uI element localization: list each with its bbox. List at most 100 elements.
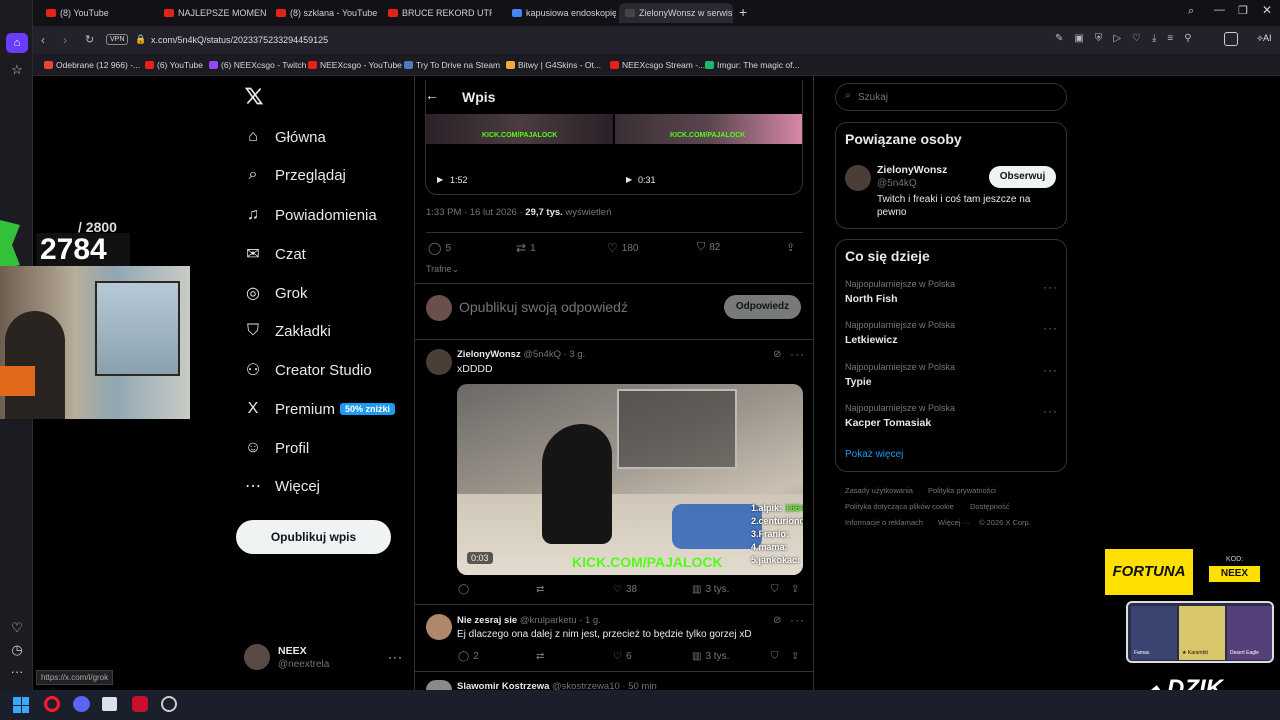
footer-link[interactable]: Zasady użytkowania bbox=[845, 486, 913, 495]
related-handle[interactable]: @5n4kQ bbox=[877, 178, 917, 189]
app-taskbar-icon[interactable] bbox=[132, 696, 148, 712]
opera-sidebar-home-icon[interactable]: ⌂ bbox=[6, 33, 28, 53]
nav-item-9[interactable]: ☺ Profil bbox=[243, 433, 309, 463]
play-icon[interactable]: ▶ bbox=[626, 175, 632, 184]
views-action[interactable]: ▥ 3 tys. bbox=[692, 584, 729, 595]
browser-tab[interactable]: kapusiowa endoskopię - c bbox=[506, 3, 616, 23]
reply-author-name[interactable]: Nie zesraj sie bbox=[457, 615, 517, 626]
forward-icon[interactable]: › bbox=[63, 33, 67, 47]
reply-action[interactable]: ◯ 5 bbox=[428, 241, 451, 255]
footer-link[interactable]: Polityka prywatności bbox=[928, 486, 996, 495]
like-action[interactable]: ♡ 38 bbox=[613, 584, 637, 595]
bookmark-item[interactable]: NEEXcsgo - YouTube bbox=[308, 60, 402, 70]
reply-author-handle[interactable]: @skostrzewa10 bbox=[552, 681, 620, 690]
show-more-link[interactable]: Pokaż więcej bbox=[845, 449, 903, 460]
bookmark-item[interactable]: Imgur: The magic of... bbox=[705, 60, 800, 70]
star-icon[interactable]: ☆ bbox=[7, 60, 27, 80]
repost-action[interactable]: ⇄ 1 bbox=[516, 241, 536, 255]
app-taskbar-icon[interactable] bbox=[102, 697, 117, 711]
reply-action[interactable]: ◯ 2 bbox=[458, 651, 479, 662]
footer-link[interactable]: Dostępność bbox=[970, 502, 1010, 511]
share-icon[interactable]: ⇪ bbox=[791, 584, 799, 595]
nav-item-4[interactable]: ✉ Czat bbox=[243, 239, 306, 269]
x-logo-icon[interactable] bbox=[244, 86, 264, 111]
reply-author-avatar[interactable] bbox=[426, 614, 452, 640]
trend-item[interactable]: Typie bbox=[845, 376, 872, 388]
reply-author-name[interactable]: Slawomir Kostrzewa bbox=[457, 681, 549, 690]
bookmark-item[interactable]: Bitwy | G4Skins - Ot... bbox=[506, 60, 601, 70]
reply-button[interactable]: Odpowiedz bbox=[724, 295, 801, 319]
bookmark-item[interactable]: Try To Drive na Steam bbox=[404, 60, 500, 70]
search-input[interactable]: ⌕ Szukaj bbox=[835, 83, 1067, 111]
reload-icon[interactable]: ↻ bbox=[85, 33, 94, 46]
footer-link[interactable]: Więcej ··· bbox=[938, 518, 970, 527]
reply-author-handle[interactable]: @5n4kQ bbox=[523, 349, 561, 360]
follow-button[interactable]: Obserwuj bbox=[989, 166, 1056, 188]
bookmark-item[interactable]: (6) YouTube bbox=[145, 60, 203, 70]
repost-action[interactable]: ⇄ bbox=[536, 651, 544, 662]
browser-tab[interactable]: ZielonyWonsz w serwisie bbox=[619, 3, 733, 23]
related-name[interactable]: ZielonyWonsz bbox=[877, 164, 947, 176]
post-button[interactable]: Opublikuj wpis bbox=[236, 520, 391, 554]
repost-action[interactable]: ⇄ bbox=[536, 584, 544, 595]
more-icon[interactable]: ··· bbox=[790, 347, 805, 361]
windows-start-icon[interactable] bbox=[13, 697, 29, 713]
reply-author-name[interactable]: ZielonyWonsz bbox=[457, 349, 521, 360]
nav-item-10[interactable]: ⋯ Więcej bbox=[243, 471, 320, 501]
nav-item-1[interactable]: ⌂ Główna bbox=[243, 122, 326, 152]
extension-icon[interactable] bbox=[1224, 32, 1238, 46]
trend-more-icon[interactable]: ··· bbox=[1043, 404, 1058, 418]
sort-dropdown[interactable]: Trafne⌄ bbox=[426, 264, 459, 275]
reply-input[interactable]: Opublikuj swoją odpowiedź bbox=[459, 299, 628, 315]
share-icon[interactable]: ⇪ bbox=[786, 241, 795, 254]
account-avatar[interactable] bbox=[244, 644, 270, 670]
trend-item[interactable]: Kacper Tomasiak bbox=[845, 417, 931, 429]
trend-more-icon[interactable]: ··· bbox=[1043, 280, 1058, 294]
like-action[interactable]: ♡ 180 bbox=[607, 241, 638, 255]
discord-taskbar-icon[interactable] bbox=[73, 696, 90, 712]
trend-item[interactable]: Letkiewicz bbox=[845, 334, 898, 346]
nav-item-2[interactable]: ⌕ Przeglądaj bbox=[243, 160, 346, 190]
trend-item[interactable]: North Fish bbox=[845, 293, 898, 305]
opera-taskbar-icon[interactable] bbox=[44, 696, 60, 712]
bookmark-item[interactable]: NEEXcsgo Stream -... bbox=[610, 60, 705, 70]
trend-more-icon[interactable]: ··· bbox=[1043, 321, 1058, 335]
aria-ai-button[interactable]: ⟡AI bbox=[1257, 33, 1271, 44]
search-tabs-icon[interactable]: ⌕ bbox=[1188, 5, 1194, 18]
reply-video[interactable]: KICK.COM/PAJALOCK 1.alpik: 1664 2.centurio… bbox=[457, 384, 803, 575]
nav-item-5[interactable]: ◎ Grok bbox=[243, 278, 308, 308]
footer-link[interactable]: Polityka dotycząca plików cookie bbox=[845, 502, 954, 511]
history-icon[interactable]: ◷ bbox=[7, 640, 27, 660]
nav-item-3[interactable]: ♫ Powiadomienia bbox=[243, 200, 377, 230]
grok-icon[interactable]: ⊘ bbox=[773, 349, 781, 360]
grok-icon[interactable]: ⊘ bbox=[773, 615, 781, 626]
minimize-button[interactable]: — bbox=[1214, 4, 1225, 16]
browser-tab[interactable]: NAJLEPSZE MOMENTY P bbox=[158, 3, 266, 23]
nav-item-6[interactable]: ⛉ Zakładki bbox=[243, 316, 331, 346]
video-thumbnail-2[interactable] bbox=[615, 114, 802, 144]
bookmark-icon[interactable]: ⛉ bbox=[771, 651, 779, 662]
bookmark-item[interactable]: (6) NEEXcsgo - Twitch bbox=[209, 60, 306, 70]
browser-tab[interactable]: (8) YouTube bbox=[40, 3, 150, 23]
bookmark-item[interactable]: Odebrane (12 966) -... bbox=[44, 60, 140, 70]
close-window-button[interactable]: ✕ bbox=[1262, 3, 1272, 17]
nav-item-7[interactable]: ⚇ Creator Studio bbox=[243, 355, 372, 385]
steam-taskbar-icon[interactable] bbox=[161, 696, 177, 712]
more-dots-icon[interactable]: ··· bbox=[7, 662, 27, 682]
reply-author-avatar[interactable] bbox=[426, 349, 452, 375]
reply-author-avatar[interactable] bbox=[426, 680, 452, 690]
like-action[interactable]: ♡ 6 bbox=[613, 651, 632, 662]
related-avatar[interactable] bbox=[845, 165, 871, 191]
views-action[interactable]: ▥ 3 tys. bbox=[692, 651, 729, 662]
account-menu-icon[interactable]: ··· bbox=[388, 650, 403, 664]
bookmark-icon[interactable]: ⛉ bbox=[771, 584, 779, 595]
share-icon[interactable]: ⇪ bbox=[791, 651, 799, 662]
browser-tab[interactable]: BRUCE REKORD UTRATY W bbox=[382, 3, 492, 23]
reply-action[interactable]: ◯ bbox=[458, 584, 469, 595]
maximize-button[interactable]: ❐ bbox=[1238, 4, 1248, 17]
new-tab-button[interactable]: + bbox=[739, 5, 747, 19]
play-icon[interactable]: ▶ bbox=[437, 175, 443, 184]
browser-tab[interactable]: (8) szklana - YouTube bbox=[270, 3, 378, 23]
reply-author-handle[interactable]: @krulparketu bbox=[520, 615, 577, 626]
more-icon[interactable]: ··· bbox=[790, 613, 805, 627]
